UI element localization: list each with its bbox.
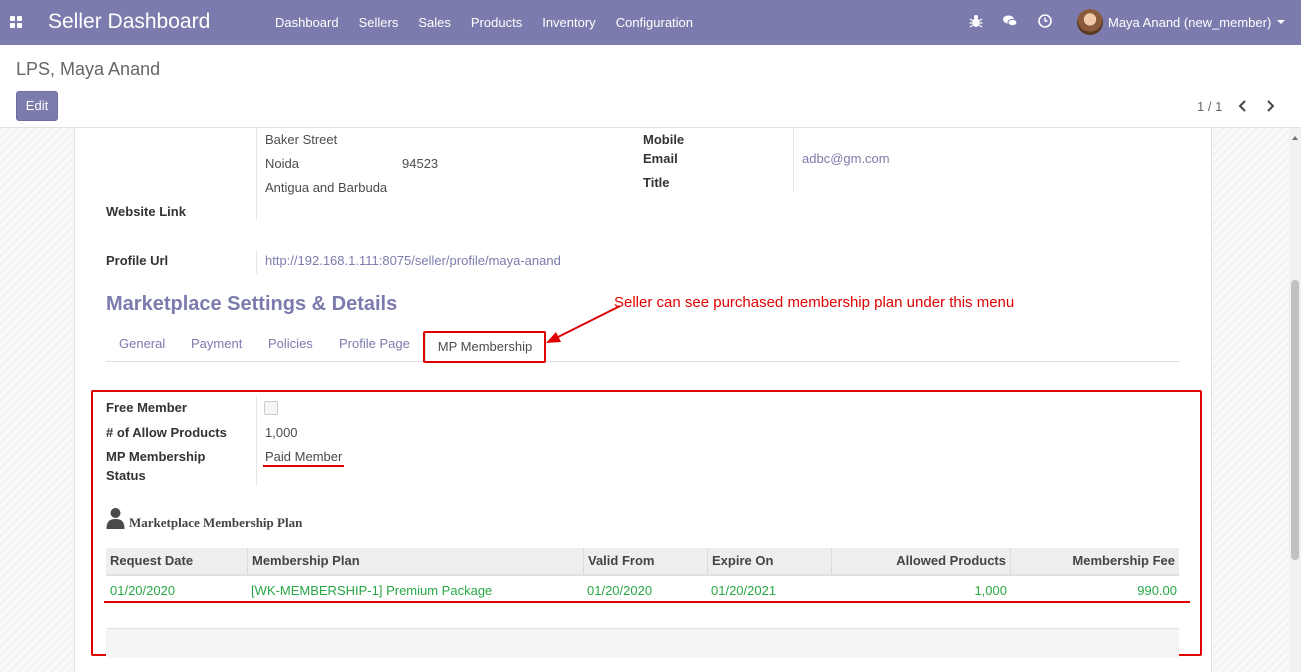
cell-membership-fee: 990.00 [1137,583,1177,598]
field-divider [256,128,257,220]
website-link-label: Website Link [106,204,186,219]
top-navbar: Seller Dashboard Dashboard Sellers Sales… [0,0,1301,45]
email-label: Email [643,151,678,166]
country-value: Antigua and Barbuda [265,180,388,195]
free-member-checkbox[interactable] [264,401,278,415]
chevron-down-icon [1277,20,1286,24]
free-member-label: Free Member [106,400,187,415]
table-header: Request Date Membership Plan Valid From … [106,548,1179,576]
edit-button[interactable]: Edit [16,91,58,121]
mobile-label: Mobile [643,132,685,147]
field-divider [256,396,257,486]
annotation-text: Seller can see purchased membership plan… [614,294,1015,311]
profile-url-label: Profile Url [106,253,169,268]
menu-item-products[interactable]: Products [461,0,532,45]
zip-value: 94523 [402,156,439,171]
annotation-arrow-icon [546,305,621,343]
chat-icon[interactable] [1002,13,1018,29]
cell-valid-from: 01/20/2020 [587,583,653,598]
user-menu[interactable]: Maya Anand (new_member) [1077,9,1286,35]
tabs-divider [106,361,1180,362]
section-title: Marketplace Settings & Details [106,293,398,315]
column-header-request-date[interactable]: Request Date [106,548,247,574]
annotation-tab-highlight [423,331,546,363]
menu-item-dashboard[interactable]: Dashboard [265,0,349,45]
pager-value[interactable]: 1 / 1 [1197,99,1222,114]
field-divider [256,250,257,274]
menu-item-inventory[interactable]: Inventory [532,0,605,45]
menu-item-sales[interactable]: Sales [408,0,461,45]
scrollbar[interactable] [1289,128,1301,672]
title-label: Title [643,175,670,190]
column-header-valid-from[interactable]: Valid From [583,548,707,574]
field-divider [793,128,794,192]
email-value[interactable]: adbc@gm.com [802,151,890,166]
scroll-thumb[interactable] [1291,280,1299,560]
column-header-expire-on[interactable]: Expire On [707,548,831,574]
avatar [1077,9,1103,35]
membership-status-label: MP Membership [106,449,206,464]
clock-icon[interactable] [1037,13,1053,29]
cell-expire-on: 01/20/2021 [711,583,777,598]
cell-allowed-products: 1,000 [974,583,1007,598]
scroll-up-icon[interactable] [1292,136,1298,140]
cell-request-date: 01/20/2020 [110,583,176,598]
bug-icon[interactable] [968,13,984,29]
cell-membership-plan: [WK-MEMBERSHIP-1] Premium Package [251,583,493,598]
breadcrumb[interactable]: LPS, Maya Anand [16,59,160,80]
user-icon [106,508,125,529]
tab-policies[interactable]: Policies [268,336,313,351]
app-title: Seller Dashboard [48,10,211,33]
column-header-membership-fee[interactable]: Membership Fee [1010,548,1179,574]
allow-products-label: # of Allow Products [106,425,227,440]
profile-url-link[interactable]: http://192.168.1.111:8075/seller/profile… [265,253,561,268]
control-panel: LPS, Maya Anand Edit 1 / 1 [0,45,1301,128]
apps-menu-icon[interactable] [10,16,23,28]
column-header-allowed-products[interactable]: Allowed Products [831,548,1010,574]
menu-item-sellers[interactable]: Sellers [349,0,409,45]
table-footer [106,628,1179,658]
tab-payment[interactable]: Payment [191,336,242,351]
column-header-membership-plan[interactable]: Membership Plan [247,548,583,574]
city-value: Noida [265,156,299,171]
chevron-left-icon[interactable] [1237,100,1249,112]
membership-status-value: Paid Member [265,449,343,464]
tab-general[interactable]: General [119,336,165,351]
annotation-status-underline [263,465,344,467]
allow-products-value: 1,000 [265,425,298,440]
user-name: Maya Anand (new_member) [1108,14,1272,30]
plan-heading: Marketplace Membership Plan [129,515,303,530]
main-menu: Dashboard Sellers Sales Products Invento… [265,0,703,45]
street-value: Baker Street [265,132,338,147]
menu-item-configuration[interactable]: Configuration [606,0,703,45]
annotation-row-underline [104,601,1190,603]
tab-profile-page[interactable]: Profile Page [339,336,410,351]
chevron-right-icon[interactable] [1264,100,1276,112]
membership-status-label-2: Status [106,468,146,483]
